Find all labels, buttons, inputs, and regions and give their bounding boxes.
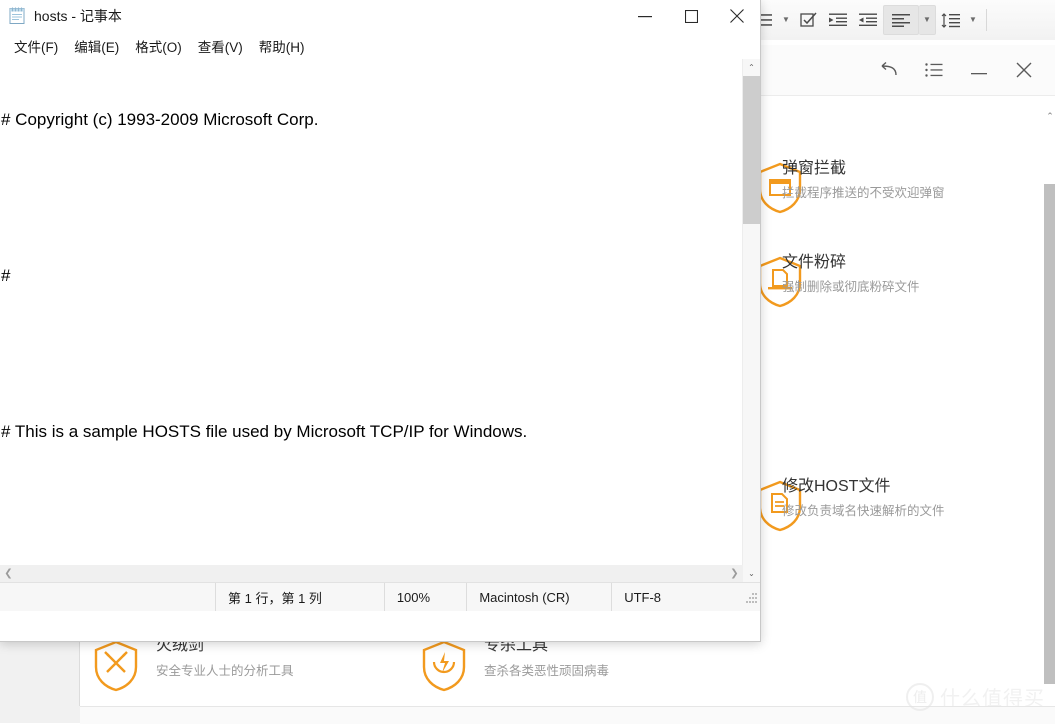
statusbar-spacer — [0, 583, 215, 611]
notepad-statusbar: 第 1 行，第 1 列 100% Macintosh (CR) UTF-8 — [0, 582, 760, 611]
text-content[interactable]: # Copyright (c) 1993-2009 Microsoft Corp… — [0, 59, 743, 582]
scroll-right-icon[interactable]: ❯ — [726, 568, 743, 579]
tool-panel-titlebar — [746, 45, 1055, 96]
text-line — [1, 335, 743, 373]
watermark-text: 什么值得买 — [940, 688, 1045, 710]
encoding: UTF-8 — [611, 583, 741, 611]
notepad-menubar[interactable]: 文件(F) 编辑(E) 格式(O) 查看(V) 帮助(H) — [0, 32, 760, 59]
scroll-up-icon[interactable]: ⌃ — [1044, 112, 1055, 121]
text-line — [1, 179, 743, 217]
list-item-desc: 修改负责域名快速解析的文件 — [782, 504, 945, 518]
formatting-toolbar: ▼ ▼ ▼ ▼ — [735, 0, 1055, 41]
lightning-shield-icon — [420, 640, 468, 692]
menu-help[interactable]: 帮助(H) — [251, 33, 313, 59]
list-item[interactable]: 文件粉碎 强制删除或彻底粉碎文件 — [746, 248, 1028, 318]
close-icon[interactable] — [1001, 53, 1046, 87]
scroll-down-icon[interactable]: ⌄ — [743, 565, 760, 582]
chevron-down-icon[interactable]: ▼ — [919, 5, 936, 35]
list-item-desc: 拦截程序推送的不受欢迎弹窗 — [782, 186, 945, 200]
checkbox-list-icon[interactable] — [793, 6, 823, 34]
minimize-button[interactable] — [622, 0, 668, 32]
list-item[interactable]: 修改HOST文件 修改负责域名快速解析的文件 — [746, 472, 1028, 542]
tool-panel-window: 弹窗拦截 拦截程序推送的不受欢迎弹窗 文件粉碎 强制删除或彻底粉碎文件 修改HO… — [745, 45, 1055, 686]
horizontal-scrollbar[interactable]: ❮ ❯ — [0, 565, 743, 582]
menu-view[interactable]: 查看(V) — [190, 33, 251, 59]
text-line: # — [1, 266, 11, 285]
list-item-title: 弹窗拦截 — [782, 160, 847, 177]
list-item-desc: 安全专业人士的分析工具 — [156, 664, 294, 678]
notepad-window: hosts - 记事本 文件(F) 编辑(E) 格式(O) 查看(V) 帮助(H… — [0, 0, 761, 642]
align-left-icon[interactable] — [883, 5, 919, 35]
notepad-icon — [8, 7, 26, 25]
chevron-down-icon[interactable]: ▼ — [966, 6, 980, 34]
list-item[interactable]: 弹窗拦截 拦截程序推送的不受欢迎弹窗 — [746, 154, 1028, 224]
scrollbar-thumb[interactable] — [1044, 184, 1055, 684]
list-item-title: 修改HOST文件 — [782, 478, 891, 495]
zoom-level: 100% — [383, 583, 467, 611]
notepad-editor[interactable]: # Copyright (c) 1993-2009 Microsoft Corp… — [0, 59, 760, 582]
list-item[interactable]: 火绒剑 安全专业人士的分析工具 — [80, 636, 440, 700]
crossed-swords-shield-icon — [92, 640, 140, 692]
watermark: 值 什么值得买 — [906, 682, 1045, 711]
vertical-scrollbar[interactable]: ⌃ ⌄ — [742, 59, 760, 582]
list-item-desc: 强制删除或彻底粉碎文件 — [782, 280, 920, 294]
resize-grip[interactable] — [742, 589, 757, 605]
notepad-titlebar[interactable]: hosts - 记事本 — [0, 0, 760, 32]
text-line: # This is a sample HOSTS file used by Mi… — [1, 422, 528, 441]
text-line — [1, 491, 743, 529]
minimize-icon[interactable] — [956, 53, 1001, 87]
watermark-logo: 值 — [906, 682, 934, 711]
scroll-up-icon[interactable]: ⌃ — [743, 59, 760, 76]
cursor-position: 第 1 行，第 1 列 — [215, 583, 384, 611]
indent-increase-icon[interactable] — [823, 6, 853, 34]
close-button[interactable] — [714, 0, 760, 32]
chevron-down-icon[interactable]: ▼ — [779, 6, 793, 34]
line-spacing-icon[interactable] — [936, 6, 966, 34]
indent-decrease-icon[interactable] — [853, 6, 883, 34]
toolbar-separator — [986, 9, 987, 31]
back-arrow-icon[interactable] — [866, 53, 911, 87]
text-line: # Copyright (c) 1993-2009 Microsoft Corp… — [1, 110, 319, 129]
menu-edit[interactable]: 编辑(E) — [66, 33, 127, 59]
line-ending: Macintosh (CR) — [466, 583, 611, 611]
list-item-desc: 查杀各类恶性顽固病毒 — [484, 664, 610, 678]
window-controls — [622, 0, 760, 32]
list-item[interactable]: 专杀工具 查杀各类恶性顽固病毒 — [408, 636, 768, 700]
maximize-button[interactable] — [668, 0, 714, 32]
scrollbar-thumb[interactable] — [743, 76, 760, 224]
window-title: hosts - 记事本 — [34, 8, 122, 24]
scroll-left-icon[interactable]: ❮ — [0, 568, 17, 579]
menu-file[interactable]: 文件(F) — [6, 33, 66, 59]
list-icon[interactable] — [911, 53, 956, 87]
menu-format[interactable]: 格式(O) — [127, 33, 190, 59]
app-bottom-left-edge — [0, 706, 80, 723]
list-item-title: 文件粉碎 — [782, 254, 847, 271]
tool-panel-scrollbar[interactable]: ⌃ — [1044, 96, 1055, 686]
tool-list[interactable]: 弹窗拦截 拦截程序推送的不受欢迎弹窗 文件粉碎 强制删除或彻底粉碎文件 修改HO… — [746, 96, 1055, 686]
bottom-tool-row: 火绒剑 安全专业人士的分析工具 专杀工具 查杀各类恶性顽固病毒 — [80, 636, 985, 706]
